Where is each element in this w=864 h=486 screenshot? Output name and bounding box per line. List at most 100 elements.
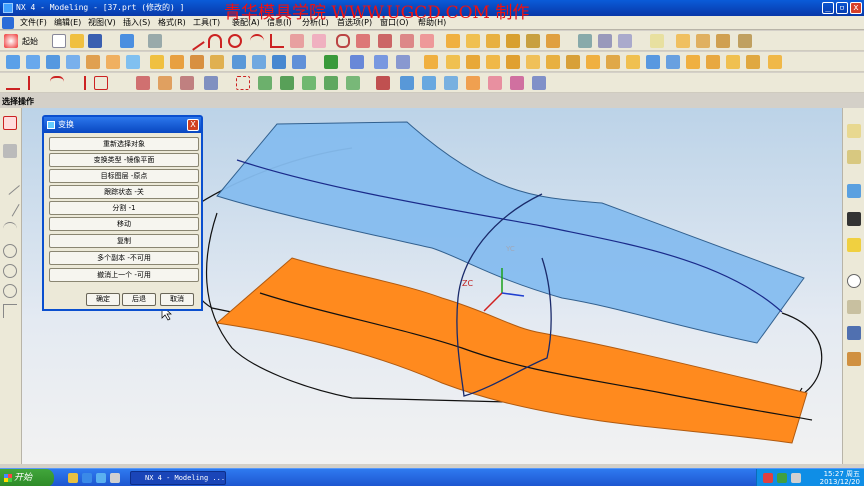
- tray-icon-1[interactable]: [763, 473, 773, 483]
- minimize-button[interactable]: _: [822, 2, 834, 14]
- option-target-layer[interactable]: 目标图层 -原点: [49, 169, 199, 183]
- surface-icon-3[interactable]: [46, 55, 60, 69]
- new-file-icon[interactable]: [52, 34, 66, 48]
- feature-icon-6[interactable]: [526, 55, 540, 69]
- option-multiple-copies[interactable]: 多个副本 -不可用: [49, 251, 199, 265]
- feature-icon-15[interactable]: [706, 55, 720, 69]
- dialog-close-button[interactable]: X: [187, 119, 199, 131]
- solid-icon-2[interactable]: [374, 55, 388, 69]
- feature-icon-5[interactable]: [506, 55, 520, 69]
- option-copy[interactable]: 复制: [49, 234, 199, 248]
- sync-icon-4[interactable]: [324, 76, 338, 90]
- feature-icon-13[interactable]: [666, 55, 680, 69]
- offset-curve-icon[interactable]: [312, 34, 326, 48]
- feature-icon-9[interactable]: [586, 55, 600, 69]
- sketch-point-icon[interactable]: [3, 304, 17, 318]
- snap-icon[interactable]: [3, 144, 17, 158]
- feature-icon-16[interactable]: [726, 55, 740, 69]
- feature-icon-14[interactable]: [686, 55, 700, 69]
- menu-view[interactable]: 视图(V): [88, 17, 116, 29]
- sweep-icon[interactable]: [486, 34, 500, 48]
- surface-edit-icon-7[interactable]: [532, 76, 546, 90]
- edit-feature-icon-3[interactable]: [180, 76, 194, 90]
- system-materials-icon[interactable]: [847, 300, 861, 314]
- option-subdivide[interactable]: 分割 -1: [49, 201, 199, 215]
- surface-icon-8[interactable]: [150, 55, 164, 69]
- start-button[interactable]: 开始: [0, 469, 54, 486]
- rectangle-icon[interactable]: [336, 34, 350, 48]
- feature-icon-18[interactable]: [768, 55, 782, 69]
- quicklaunch-icon-1[interactable]: [68, 473, 78, 483]
- nx-menu-icon[interactable]: [2, 17, 14, 29]
- edit-curve-tool-icon-1[interactable]: [6, 76, 20, 90]
- sketch-arc-icon[interactable]: [3, 222, 17, 236]
- layer-settings-icon[interactable]: [578, 34, 592, 48]
- edit-curve-tool-icon-4[interactable]: [72, 76, 86, 90]
- surface-icon-15[interactable]: [292, 55, 306, 69]
- sketch-circle2-icon[interactable]: [3, 284, 17, 298]
- ok-button[interactable]: 确定: [86, 293, 120, 306]
- sync-icon-2[interactable]: [280, 76, 294, 90]
- history-icon[interactable]: [847, 184, 861, 198]
- training-icon[interactable]: [847, 212, 861, 226]
- feature-icon-11[interactable]: [626, 55, 640, 69]
- menu-edit[interactable]: 编辑(E): [54, 17, 81, 29]
- menu-tools[interactable]: 工具(T): [193, 17, 220, 29]
- roles-icon[interactable]: [847, 352, 861, 366]
- tray-icon-3[interactable]: [791, 473, 801, 483]
- start-icon[interactable]: [4, 34, 18, 48]
- solid-icon-3[interactable]: [396, 55, 410, 69]
- sync-icon-6[interactable]: [376, 76, 390, 90]
- surface-edit-icon-6[interactable]: [510, 76, 524, 90]
- sketch-arc2-icon[interactable]: [3, 244, 17, 258]
- spline-icon[interactable]: [250, 34, 264, 48]
- render-style-icon[interactable]: [148, 34, 162, 48]
- surface-icon-14[interactable]: [272, 55, 286, 69]
- wcs-display-icon[interactable]: [650, 34, 664, 48]
- point-set-icon[interactable]: [290, 34, 304, 48]
- clock[interactable]: 15:27 周五 2013/12/20: [820, 470, 860, 486]
- surface-edit-icon-2[interactable]: [422, 76, 436, 90]
- edit-feature-icon-1[interactable]: [136, 76, 150, 90]
- analysis-icon[interactable]: [738, 34, 752, 48]
- option-move[interactable]: 移动: [49, 217, 199, 231]
- solid-icon-1[interactable]: [350, 55, 364, 69]
- feature-icon-12[interactable]: [646, 55, 660, 69]
- feature-icon-3[interactable]: [466, 55, 480, 69]
- menu-file[interactable]: 文件(F): [20, 17, 47, 29]
- trim-curve-icon[interactable]: [378, 34, 392, 48]
- taskbar-task-nx[interactable]: NX 4 - Modeling ...: [130, 471, 226, 485]
- feature-icon-1[interactable]: [424, 55, 438, 69]
- sync-icon-1[interactable]: [258, 76, 272, 90]
- surface-icon-2[interactable]: [26, 55, 40, 69]
- surface-icon-12[interactable]: [232, 55, 246, 69]
- surface-edit-icon-4[interactable]: [466, 76, 480, 90]
- surface-icon-5[interactable]: [86, 55, 100, 69]
- surface-icon-10[interactable]: [190, 55, 204, 69]
- quicklaunch-icon-4[interactable]: [110, 473, 120, 483]
- surface-icon-11[interactable]: [210, 55, 224, 69]
- edit-curve-tool-icon-5[interactable]: [94, 76, 108, 90]
- boss-icon[interactable]: [526, 34, 540, 48]
- copy-to-layer-icon[interactable]: [618, 34, 632, 48]
- edit-feature-icon-4[interactable]: [204, 76, 218, 90]
- arc-icon[interactable]: [208, 34, 222, 48]
- option-reselect-objects[interactable]: 重新选择对象: [49, 137, 199, 151]
- open-folder-icon[interactable]: [70, 34, 84, 48]
- view-cube-icon[interactable]: [120, 34, 134, 48]
- surface-edit-icon-5[interactable]: [488, 76, 502, 90]
- assembly-nav-icon[interactable]: [847, 124, 861, 138]
- start-button-label[interactable]: 起始: [22, 36, 38, 47]
- sync-icon-5[interactable]: [346, 76, 360, 90]
- surface-icon-13[interactable]: [252, 55, 266, 69]
- close-button[interactable]: x: [850, 2, 862, 14]
- select-cursor-icon[interactable]: [3, 116, 17, 130]
- surface-icon-1[interactable]: [6, 55, 20, 69]
- sketch-circle-icon[interactable]: [3, 264, 17, 278]
- edit-curve-icon[interactable]: [420, 34, 434, 48]
- part-nav-icon[interactable]: [847, 150, 861, 164]
- option-trace-status[interactable]: 跟踪状态 -关: [49, 185, 199, 199]
- hole-icon[interactable]: [506, 34, 520, 48]
- sync-icon-3[interactable]: [302, 76, 316, 90]
- tray-icon-2[interactable]: [777, 473, 787, 483]
